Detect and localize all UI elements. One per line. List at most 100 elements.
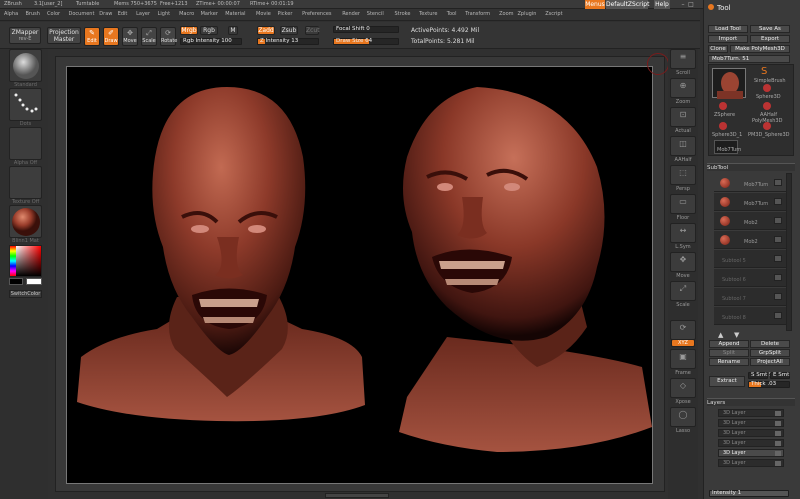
menus-button[interactable]: Menus <box>585 0 605 9</box>
menu-zplugin[interactable]: Zplugin <box>518 11 537 17</box>
rgb-button[interactable]: Rgb <box>200 26 218 35</box>
persp-button[interactable]: ⬚ <box>670 165 696 185</box>
menu-movie[interactable]: Movie <box>256 11 271 17</box>
save-as-button[interactable]: Save As <box>750 25 790 33</box>
s-smt-slider[interactable]: S Smt 5 <box>748 372 773 379</box>
saturation-square[interactable] <box>16 246 41 276</box>
layer-intensity-slider[interactable]: Intensity 1 <box>709 490 789 497</box>
menu-zoom[interactable]: Zoom <box>499 11 513 17</box>
material-thumb[interactable] <box>9 205 42 238</box>
subtool-row[interactable]: Subtool 6 <box>714 269 786 287</box>
simplebrush-icon[interactable]: S <box>761 66 767 77</box>
menu-tool[interactable]: Tool <box>447 11 457 17</box>
brush-standard-thumb[interactable] <box>9 49 42 82</box>
extract-button[interactable]: Extract <box>709 376 745 387</box>
visibility-eye-icon[interactable] <box>774 179 782 186</box>
scale-button[interactable]: ⤢ Scale <box>141 27 157 46</box>
default-zscript-button[interactable]: DefaultZScript <box>606 0 649 9</box>
zsphere-icon[interactable] <box>719 102 727 110</box>
z-intensity-slider[interactable]: Z Intensity 13 <box>257 38 319 45</box>
tool-thumb-mob7turn-small[interactable]: Mob7Turn <box>714 140 741 154</box>
visibility-eye-icon[interactable] <box>774 312 782 319</box>
minimize-icon[interactable]: – <box>680 0 686 9</box>
projection-master-button[interactable]: Projection Master <box>47 27 81 44</box>
layer-row[interactable]: 3D Layer <box>718 429 784 437</box>
actual-button[interactable]: ⊡ <box>670 107 696 127</box>
rename-button[interactable]: Rename <box>709 358 749 366</box>
focal-shift-slider[interactable]: Focal Shift 0 <box>333 26 399 33</box>
zoom-button[interactable]: ⊕ <box>670 78 696 98</box>
menu-render[interactable]: Render <box>342 11 360 17</box>
layer-record-icon[interactable] <box>775 451 781 456</box>
tool-thumb-mob7turn[interactable] <box>712 68 746 99</box>
floor-button[interactable]: ▭ <box>670 194 696 214</box>
visibility-eye-icon[interactable] <box>774 274 782 281</box>
stroke-dots-thumb[interactable] <box>9 88 42 121</box>
menu-edit[interactable]: Edit <box>118 11 128 17</box>
subtool-header[interactable]: SubTool <box>707 163 795 171</box>
layer-record-icon[interactable] <box>775 461 781 466</box>
move-up-icon[interactable]: ▲ <box>718 331 730 339</box>
append-button[interactable]: Append <box>709 340 749 348</box>
maximize-icon[interactable]: □ <box>688 0 694 9</box>
layer-row[interactable]: 3D Layer <box>718 459 784 467</box>
subtool-row[interactable]: Subtool 8 <box>714 307 786 325</box>
subtool-row[interactable]: Mob2 <box>714 212 786 230</box>
menu-macro[interactable]: Macro <box>179 11 194 17</box>
move-button[interactable]: ✥ <box>670 252 696 272</box>
layer-row[interactable]: 3D Layer <box>718 449 784 457</box>
lasso-button[interactable]: ◯ <box>670 407 696 427</box>
menu-layer[interactable]: Layer <box>136 11 150 17</box>
menu-alpha[interactable]: Alpha <box>4 11 18 17</box>
make-polymesh-button[interactable]: Make PolyMesh3D <box>730 45 790 53</box>
alpha-thumb[interactable] <box>9 127 42 160</box>
subtool-row[interactable]: Subtool 7 <box>714 288 786 306</box>
m-button[interactable]: M <box>228 26 238 35</box>
mrgb-button[interactable]: Mrgb <box>180 26 198 35</box>
sphere3d1-icon[interactable] <box>719 122 727 130</box>
canvas-scrollbar[interactable] <box>325 493 389 498</box>
aahalf-button[interactable]: ◫ <box>670 136 696 156</box>
menu-light[interactable]: Light <box>158 11 170 17</box>
l-sym-button[interactable]: ↔ <box>670 223 696 243</box>
layers-header[interactable]: Layers <box>707 398 795 406</box>
zadd-button[interactable]: Zadd <box>257 26 275 35</box>
scroll-button[interactable]: ≡ <box>670 49 696 69</box>
edit-button[interactable]: ✎ Edit <box>84 27 100 46</box>
pm3d-sphere-icon[interactable] <box>763 122 771 130</box>
color-picker[interactable] <box>9 245 42 277</box>
subtool-row[interactable]: Subtool 5 <box>714 250 786 268</box>
load-tool-button[interactable]: Load Tool <box>708 25 748 33</box>
rotate-button[interactable]: ⟳ <box>670 320 696 340</box>
sculpt-canvas[interactable] <box>66 53 669 484</box>
layer-record-icon[interactable] <box>775 431 781 436</box>
visibility-eye-icon[interactable] <box>774 293 782 300</box>
visibility-eye-icon[interactable] <box>774 198 782 205</box>
menu-stencil[interactable]: Stencil <box>367 11 384 17</box>
menu-stroke[interactable]: Stroke <box>395 11 411 17</box>
menu-zscript[interactable]: Zscript <box>545 11 562 17</box>
main-color-swatch[interactable] <box>9 278 23 285</box>
thick-slider[interactable]: Thick .03 <box>748 381 790 388</box>
aahalf-icon[interactable] <box>763 102 771 110</box>
visibility-eye-icon[interactable] <box>774 217 782 224</box>
subtool-row[interactable]: Mob2 <box>714 231 786 249</box>
zmapper-button[interactable]: ZMapper rev-E <box>9 27 41 44</box>
rotate-button[interactable]: ⟳ Rotate <box>160 27 177 46</box>
layer-row[interactable]: 3D Layer <box>718 419 784 427</box>
sphere3d-icon[interactable] <box>763 84 771 92</box>
layer-row[interactable]: 3D Layer <box>718 439 784 447</box>
grpsplit-button[interactable]: GrpSplit <box>750 349 790 357</box>
subtool-row[interactable]: Mob7Turn <box>714 174 786 192</box>
subtool-scrollbar[interactable] <box>786 173 792 331</box>
delete-button[interactable]: Delete <box>750 340 790 348</box>
layer-record-icon[interactable] <box>775 411 781 416</box>
menu-brush[interactable]: Brush <box>26 11 40 17</box>
menu-document[interactable]: Document <box>69 11 95 17</box>
draw-button[interactable]: ✐ Draw <box>103 27 119 46</box>
visibility-eye-icon[interactable] <box>774 236 782 243</box>
help-button[interactable]: Help <box>654 0 670 9</box>
export-button[interactable]: Export <box>750 35 790 43</box>
secondary-color-swatch[interactable] <box>26 278 42 285</box>
menu-material[interactable]: Material <box>225 11 245 17</box>
